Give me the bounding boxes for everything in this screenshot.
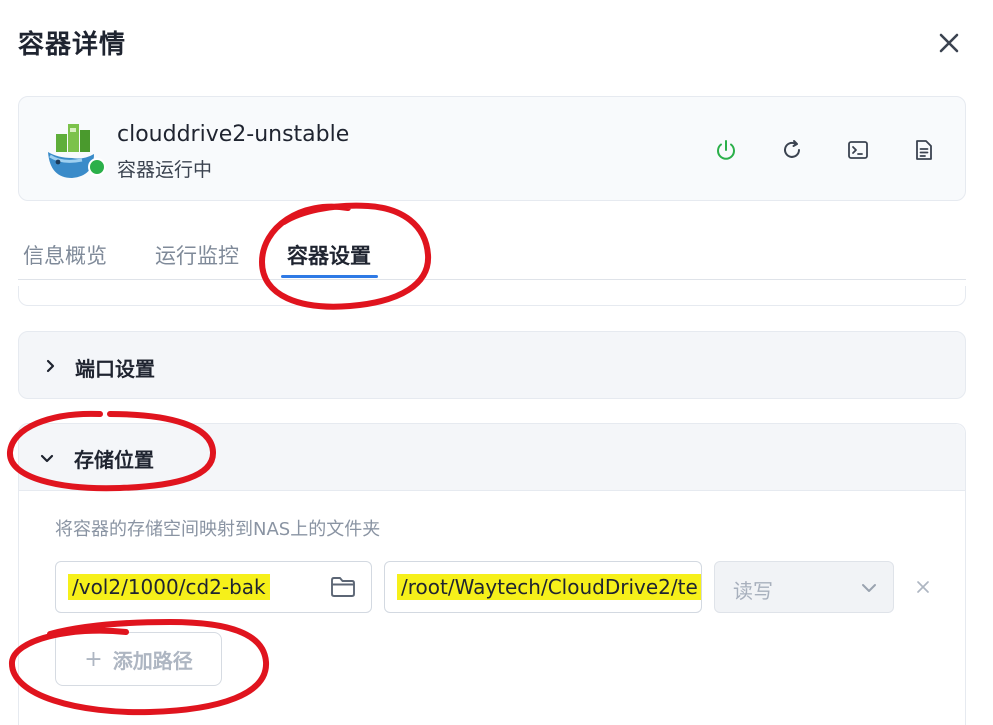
container-status-text: 容器运行中 [117, 159, 213, 181]
chevron-down-icon [37, 448, 57, 468]
log-button[interactable] [908, 134, 940, 166]
close-button[interactable] [932, 26, 966, 60]
container-path-field[interactable]: /root/Waytech/CloudDrive2/te [384, 561, 702, 613]
browse-folder-button[interactable] [328, 573, 358, 601]
chevron-down-icon [857, 576, 881, 600]
tab-settings[interactable]: 容器设置 [287, 240, 371, 270]
power-icon [717, 140, 735, 160]
folder-icon [331, 577, 355, 597]
storage-section-header[interactable]: 存储位置 [19, 424, 965, 491]
remove-mapping-button[interactable] [912, 576, 934, 598]
active-tab-indicator [281, 275, 378, 278]
container-path-value: /root/Waytech/CloudDrive2/te [397, 574, 701, 600]
tab-overview[interactable]: 信息概览 [23, 240, 107, 270]
power-button[interactable] [710, 134, 742, 166]
restart-icon [784, 140, 800, 158]
chevron-right-icon [40, 356, 60, 376]
plus-icon: + [84, 646, 103, 672]
tabs-divider [18, 279, 966, 280]
restart-button[interactable] [776, 134, 808, 166]
close-icon [939, 33, 959, 53]
add-path-label: 添加路径 [112, 648, 193, 673]
ports-section-header[interactable]: 端口设置 [18, 331, 966, 399]
mount-mode-select[interactable]: 读写 [714, 561, 894, 613]
running-status-dot [88, 158, 106, 176]
ports-section-label: 端口设置 [75, 357, 155, 381]
close-icon [917, 581, 929, 593]
container-name: clouddrive2-unstable [117, 122, 350, 147]
storage-section-label: 存储位置 [74, 448, 154, 472]
storage-description: 将容器的存储空间映射到NAS上的文件夹 [55, 519, 381, 540]
add-path-button[interactable]: + 添加路径 [55, 632, 222, 686]
host-path-field[interactable]: /vol2/1000/cd2-bak [55, 561, 372, 613]
terminal-icon [848, 141, 868, 159]
tab-monitor[interactable]: 运行监控 [155, 240, 239, 270]
log-icon [916, 140, 932, 160]
container-card [18, 96, 966, 201]
host-path-value: /vol2/1000/cd2-bak [68, 574, 270, 600]
mount-mode-value: 读写 [733, 579, 773, 603]
previous-section-bottom [18, 286, 966, 306]
terminal-button[interactable] [842, 134, 874, 166]
dialog-title: 容器详情 [18, 30, 127, 60]
